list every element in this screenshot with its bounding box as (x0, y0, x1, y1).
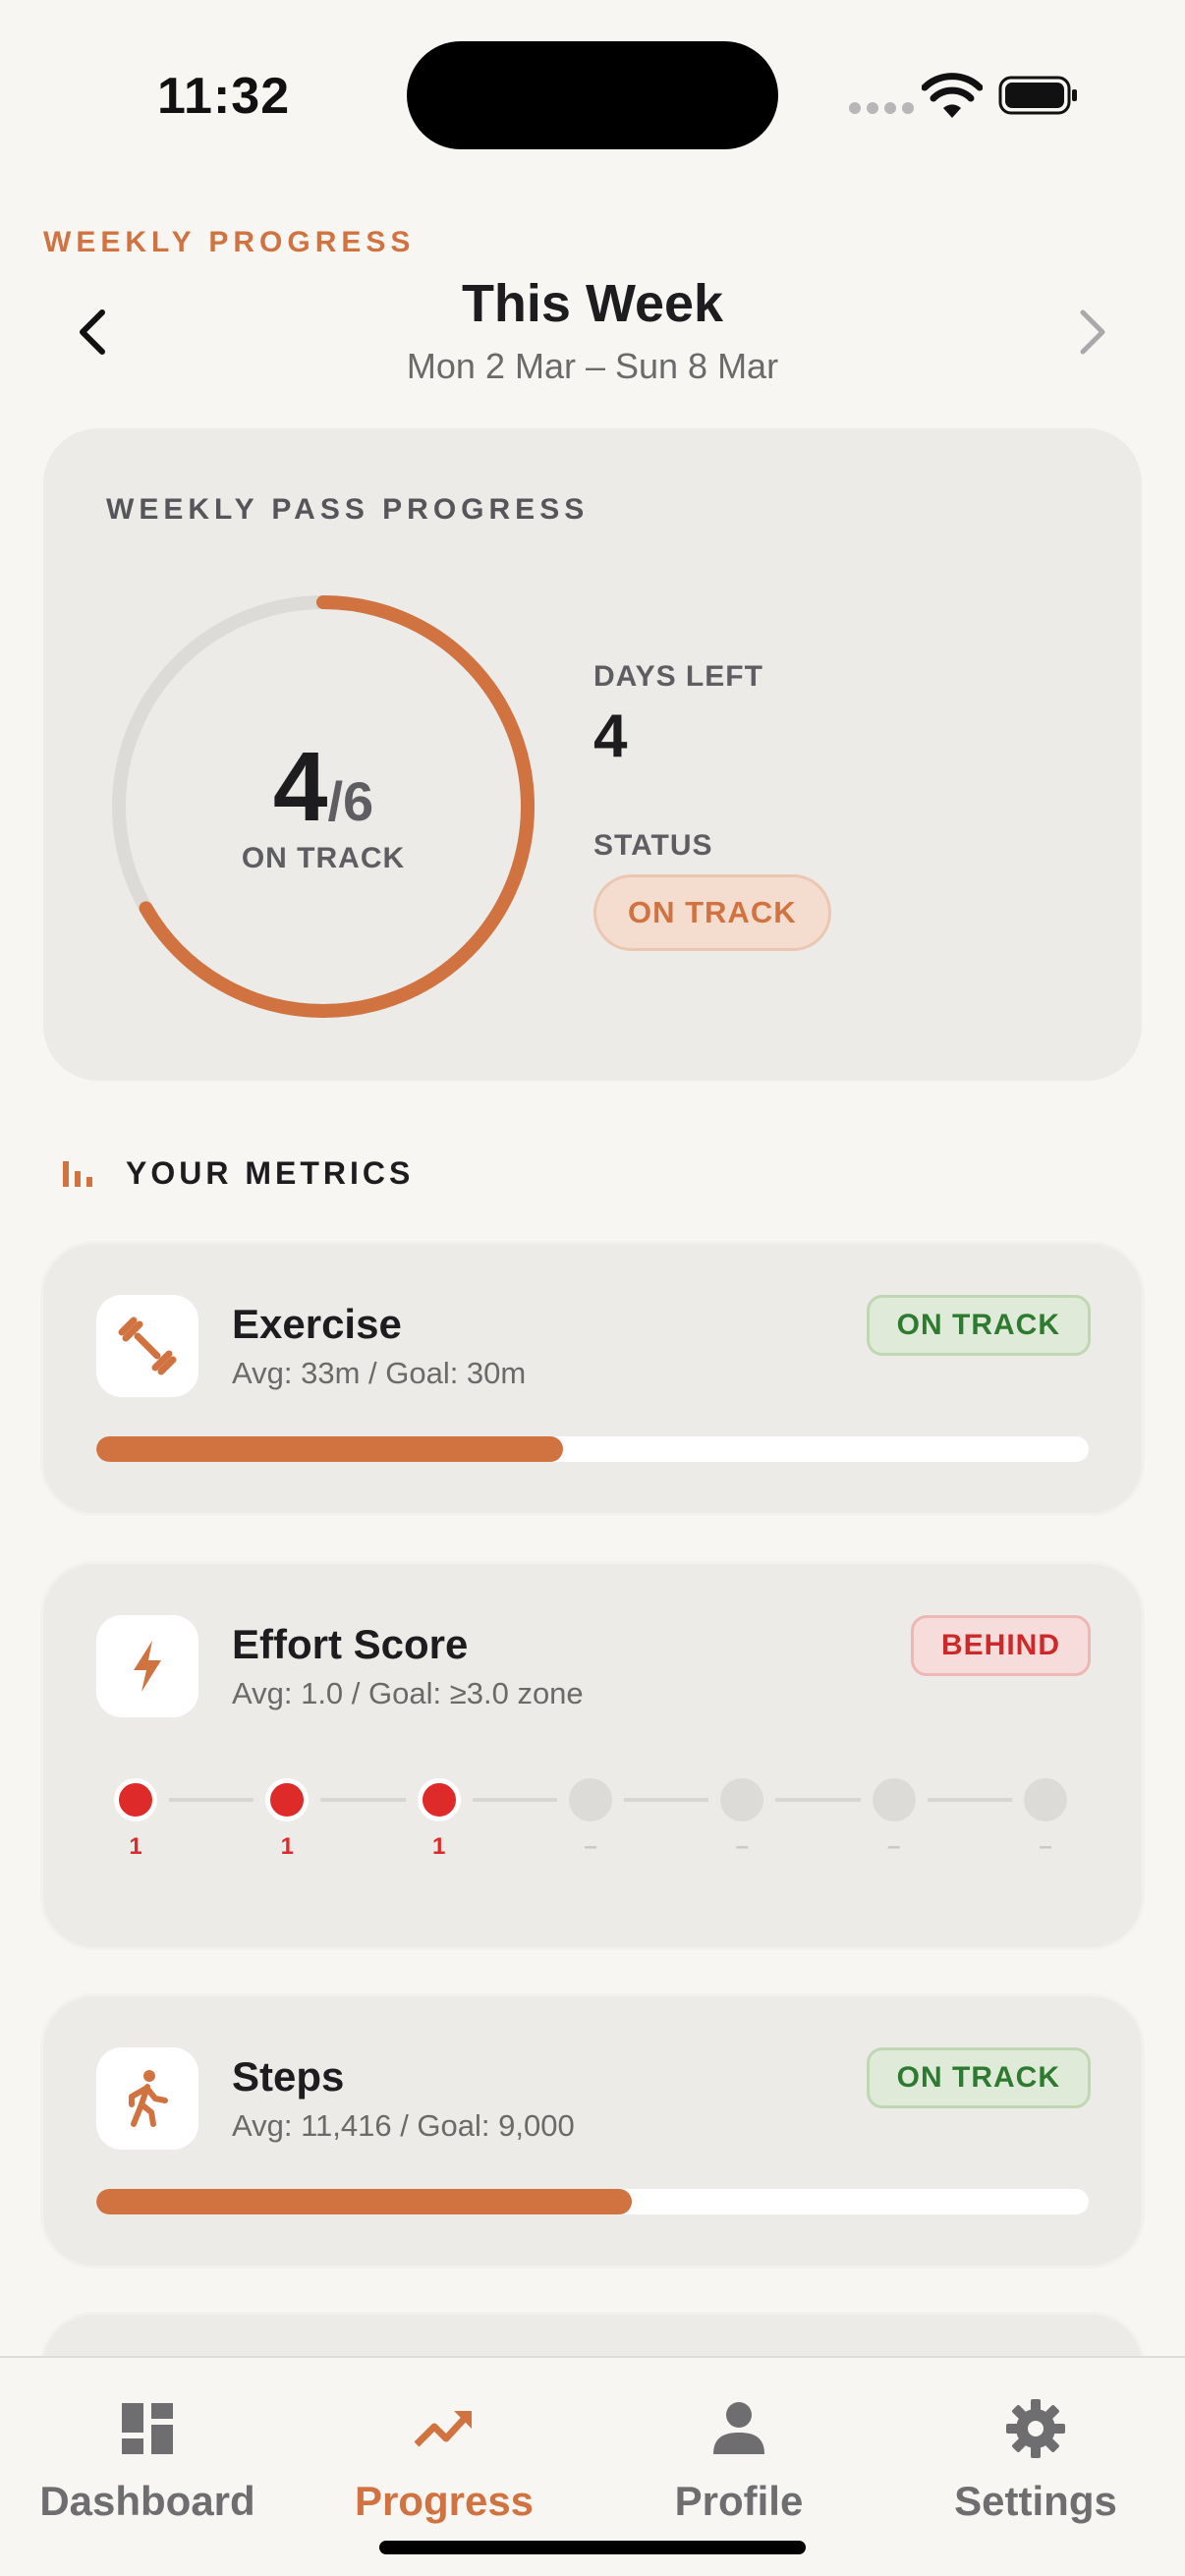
page-eyebrow: WEEKLY PROGRESS (43, 226, 416, 258)
pass-card-label: WEEKLY PASS PROGRESS (106, 493, 590, 526)
metric-subtitle: Avg: 1.0 / Goal: ≥3.0 zone (232, 1676, 584, 1710)
wifi-icon (922, 73, 983, 118)
timeline-connector (169, 1798, 254, 1802)
metrics-section-title: YOUR METRICS (126, 1155, 415, 1191)
metric-icon-container (96, 1295, 198, 1397)
effort-day-dot (872, 1778, 916, 1821)
metric-card-exercise[interactable]: Exercise Avg: 33m / Goal: 30m ON TRACK (43, 1244, 1142, 1513)
progress-fraction: 4 /6 (273, 738, 373, 836)
metric-icon-container (96, 1615, 198, 1717)
metric-icon-container (96, 2047, 198, 2150)
metric-progress-track (96, 1436, 1089, 1462)
effort-day-dot (720, 1778, 764, 1821)
metric-card-steps[interactable]: Steps Avg: 11,416 / Goal: 9,000 ON TRACK (43, 1996, 1142, 2266)
metric-title: Exercise (232, 1301, 402, 1347)
metric-card-effort-score[interactable]: Effort Score Avg: 1.0 / Goal: ≥3.0 zone … (43, 1564, 1142, 1947)
gear-icon (1006, 2399, 1065, 2458)
page-title: This Week (461, 274, 724, 333)
metric-progress-fill (96, 1436, 563, 1462)
dashboard-icon (122, 2403, 173, 2454)
battery-icon (998, 76, 1077, 115)
progress-ring-center: 4 /6 ON TRACK (102, 586, 544, 1028)
timeline-connector (775, 1798, 861, 1802)
effort-day-timeline: 1 1 1 – – – – (114, 1778, 1067, 1867)
tab-label: Profile (674, 2478, 804, 2524)
walking-icon (129, 2070, 168, 2127)
effort-day-dot (1024, 1778, 1067, 1821)
status-time: 11:32 (157, 68, 291, 125)
metric-status-badge: ON TRACK (866, 2047, 1091, 2108)
metric-subtitle: Avg: 11,416 / Goal: 9,000 (232, 2108, 575, 2143)
metric-progress-fill (96, 2189, 633, 2214)
dynamic-island (407, 41, 778, 149)
chevron-right-icon (1080, 309, 1105, 355)
timeline-connector (624, 1798, 709, 1802)
cellular-signal-icon (849, 102, 914, 114)
effort-day-dot (265, 1778, 310, 1821)
weekly-pass-progress-card: WEEKLY PASS PROGRESS 4 /6 ON TRACK DAYS … (43, 428, 1142, 1081)
metric-status-badge: ON TRACK (866, 1295, 1091, 1356)
effort-day-value: – (886, 1833, 901, 1860)
effort-day-value: 1 (129, 1833, 142, 1860)
status-badge: ON TRACK (593, 874, 831, 951)
ring-status-text: ON TRACK (241, 842, 406, 874)
effort-day-value: – (584, 1833, 597, 1860)
status-label: STATUS (593, 829, 713, 862)
timeline-connector (927, 1798, 1012, 1802)
metric-progress-track (96, 2189, 1089, 2214)
status-bar: 11:32 (0, 0, 1185, 196)
effort-day-dot (569, 1778, 612, 1821)
dumbbell-icon (118, 1316, 177, 1375)
effort-day-dot (114, 1778, 157, 1821)
tab-settings[interactable]: Settings (888, 2397, 1183, 2545)
timeline-connector (472, 1798, 557, 1802)
metric-title: Steps (232, 2053, 345, 2100)
bolt-icon (134, 1641, 161, 1692)
tab-progress[interactable]: Progress (297, 2397, 592, 2545)
effort-day-value: 1 (280, 1833, 294, 1860)
total-count: /6 (327, 770, 374, 832)
days-left-value: 4 (593, 702, 628, 770)
metric-subtitle: Avg: 33m / Goal: 30m (232, 1356, 527, 1390)
tab-label: Progress (354, 2478, 535, 2524)
home-indicator (379, 2541, 806, 2554)
next-week-button[interactable] (1067, 305, 1116, 360)
effort-day-value: 1 (431, 1833, 446, 1860)
tab-profile[interactable]: Profile (592, 2397, 886, 2545)
bar-chart-icon (63, 1161, 92, 1187)
week-date-range: Mon 2 Mar – Sun 8 Mar (406, 346, 779, 386)
effort-day-dot (417, 1778, 461, 1821)
metric-status-badge: BEHIND (910, 1615, 1091, 1676)
tab-label: Settings (954, 2478, 1117, 2524)
tab-label: Dashboard (39, 2478, 255, 2524)
metric-title: Effort Score (232, 1621, 469, 1667)
tab-dashboard[interactable]: Dashboard (0, 2397, 295, 2545)
trending-up-icon (414, 2411, 472, 2447)
effort-day-value: – (1039, 1833, 1052, 1860)
days-left-label: DAYS LEFT (593, 660, 763, 693)
timeline-connector (320, 1798, 406, 1802)
completed-count: 4 (272, 732, 328, 842)
effort-day-value: – (735, 1833, 749, 1860)
person-icon (713, 2402, 764, 2454)
